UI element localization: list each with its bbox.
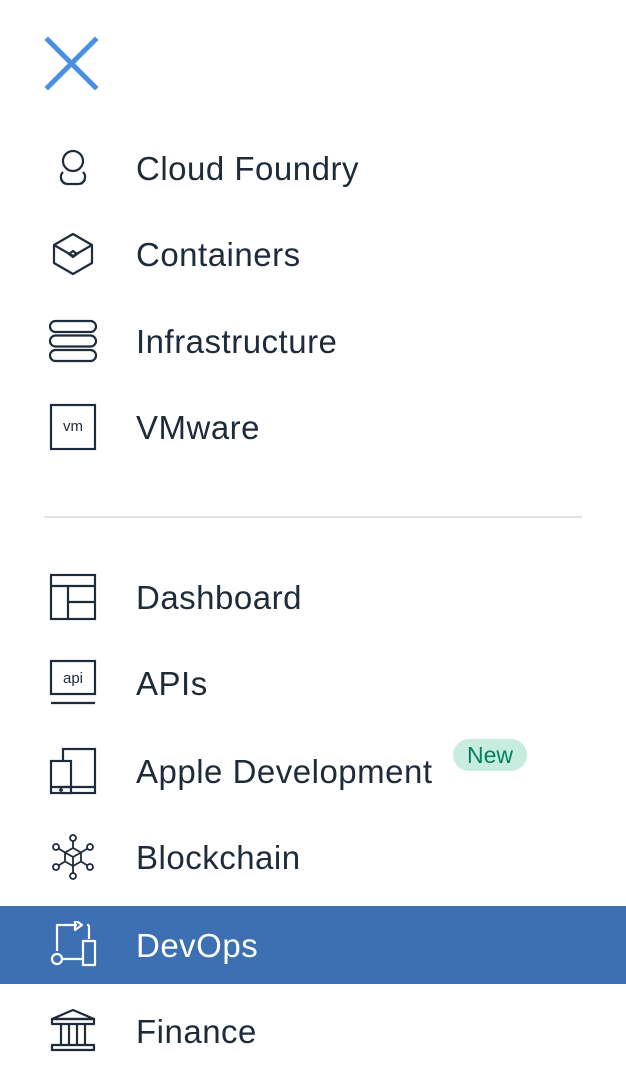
menu-item-label: Dashboard <box>136 578 302 616</box>
menu-item-label: Blockchain <box>136 838 301 876</box>
menu-item-label: Containers <box>136 235 301 273</box>
menu-item-blockchain[interactable]: Blockchain <box>0 818 626 896</box>
menu-item-finance[interactable]: Finance <box>0 992 626 1068</box>
menu-item-label: Apple Development <box>136 752 433 790</box>
menu-item-label: VMware <box>136 408 261 446</box>
close-button[interactable] <box>44 36 100 92</box>
menu-item-infrastructure[interactable]: Infrastructure <box>0 302 626 380</box>
menu-item-label: Cloud Foundry <box>136 149 359 187</box>
api-icon: api <box>48 658 98 708</box>
blockchain-icon <box>48 832 98 882</box>
menu-item-vmware[interactable]: vm VMware <box>0 388 626 466</box>
dashboard-icon <box>48 572 98 622</box>
finance-icon <box>48 1006 98 1056</box>
menu-item-dashboard[interactable]: Dashboard <box>0 558 626 636</box>
divider <box>44 516 582 518</box>
apple-development-icon <box>48 746 98 796</box>
cloud-foundry-icon <box>48 143 98 193</box>
menu-item-devops[interactable]: DevOps <box>0 906 626 984</box>
devops-icon <box>48 920 98 970</box>
infrastructure-icon <box>48 316 98 366</box>
menu-item-label: Finance <box>136 1012 257 1050</box>
menu-item-label: Infrastructure <box>136 322 338 360</box>
navigation-panel: Cloud Foundry Containers Infrastructure <box>0 0 626 1068</box>
containers-icon <box>48 229 98 279</box>
menu-item-apis[interactable]: api APIs <box>0 644 626 722</box>
vmware-icon: vm <box>48 402 98 452</box>
api-icon-text: api <box>63 670 83 687</box>
vmware-icon-text: vm <box>63 418 83 435</box>
menu-item-cloud-foundry[interactable]: Cloud Foundry <box>0 129 626 207</box>
menu-item-label: DevOps <box>136 926 259 964</box>
close-icon <box>44 36 99 91</box>
menu-item-label: APIs <box>136 664 208 702</box>
menu-item-containers[interactable]: Containers <box>0 215 626 293</box>
menu-item-apple-development[interactable]: Apple Development <box>0 732 626 810</box>
new-badge: New <box>453 739 528 771</box>
